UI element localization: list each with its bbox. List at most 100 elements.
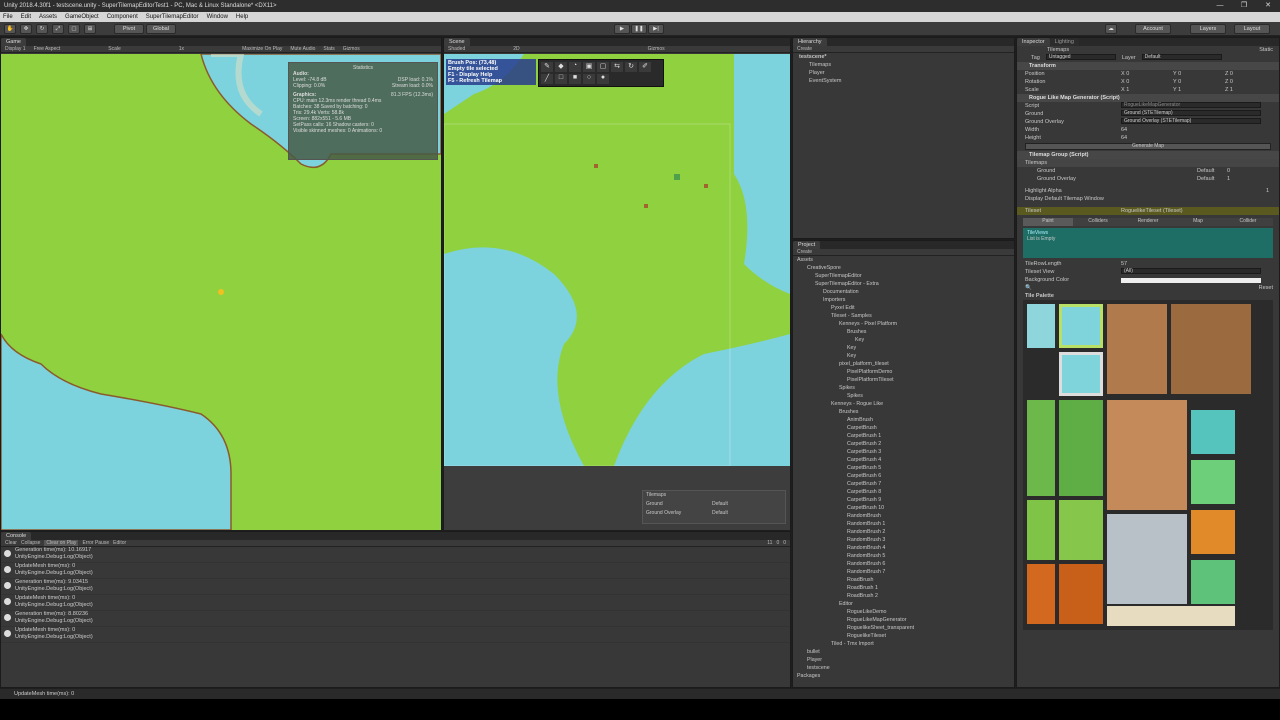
- project-item[interactable]: RogueLikeDemo: [793, 608, 1014, 616]
- tab-inspector[interactable]: Inspector: [1017, 38, 1050, 46]
- project-item[interactable]: Packages: [793, 672, 1014, 680]
- project-item[interactable]: CarpetBrush 3: [793, 448, 1014, 456]
- hierarchy-item[interactable]: Player: [793, 69, 1014, 77]
- project-item[interactable]: RandomBrush 6: [793, 560, 1014, 568]
- pos-x[interactable]: X 0: [1121, 70, 1173, 78]
- height-field[interactable]: 64: [1121, 134, 1127, 142]
- width-field[interactable]: 64: [1121, 126, 1127, 134]
- filled-rect-icon[interactable]: ■: [569, 74, 581, 84]
- project-item[interactable]: Player: [793, 656, 1014, 664]
- project-item[interactable]: RoadBrush 2: [793, 592, 1014, 600]
- pivot-button[interactable]: Pivot: [114, 24, 144, 34]
- menu-assets[interactable]: Assets: [39, 14, 57, 20]
- pause-icon[interactable]: ❚❚: [631, 24, 647, 34]
- tab-scene[interactable]: Scene: [444, 38, 470, 46]
- tilemap-row-ground[interactable]: Ground: [646, 501, 706, 507]
- console-line[interactable]: Generation time(ms): 10.16917 UnityEngine…: [1, 547, 790, 563]
- tile-orange[interactable]: [1191, 510, 1235, 554]
- error-count[interactable]: 0: [783, 540, 786, 546]
- menu-edit[interactable]: Edit: [21, 14, 31, 20]
- project-item[interactable]: Assets: [793, 256, 1014, 264]
- brush-pencil-icon[interactable]: ✐: [639, 62, 651, 72]
- global-button[interactable]: Global: [146, 24, 176, 34]
- layers-dropdown[interactable]: Layers: [1190, 24, 1226, 34]
- tab-renderer[interactable]: Renderer: [1123, 218, 1173, 226]
- tile-clay[interactable]: [1027, 564, 1055, 624]
- zoom-search-icon[interactable]: 🔍: [1025, 284, 1032, 292]
- project-item[interactable]: CreativeSpore: [793, 264, 1014, 272]
- project-item[interactable]: Pyxel Edit: [793, 304, 1014, 312]
- project-item[interactable]: RoguelikeSheet_transparent: [793, 624, 1014, 632]
- tg-row-overlay-order[interactable]: 1: [1227, 175, 1230, 183]
- scene-map-canvas[interactable]: [444, 54, 790, 466]
- project-item[interactable]: Documentation: [793, 288, 1014, 296]
- tile-dirt[interactable]: [1107, 304, 1167, 394]
- project-item[interactable]: PixelPlatformDemo: [793, 368, 1014, 376]
- display-default-toggle[interactable]: Display Default Tilemap Window: [1017, 195, 1279, 203]
- tileset-field[interactable]: RoguelikeTileset (Tileset): [1121, 207, 1183, 215]
- scale-z[interactable]: Z 1: [1225, 86, 1233, 94]
- scale-x[interactable]: X 1: [1121, 86, 1173, 94]
- project-item[interactable]: SuperTilemapEditor - Extra: [793, 280, 1014, 288]
- project-item[interactable]: RandomBrush 5: [793, 552, 1014, 560]
- tab-map[interactable]: Map: [1173, 218, 1223, 226]
- mute-audio-toggle[interactable]: Mute Audio: [290, 46, 315, 52]
- tg-row-overlay[interactable]: Ground Overlay: [1037, 175, 1197, 183]
- hierarchy-scene[interactable]: testscene*: [793, 53, 1014, 61]
- scale-y[interactable]: Y 1: [1173, 86, 1225, 94]
- menu-component[interactable]: Component: [107, 14, 138, 20]
- generate-map-button[interactable]: Generate Map: [1025, 143, 1271, 150]
- highlight-slider[interactable]: 1: [1266, 187, 1269, 195]
- info-count[interactable]: 11: [767, 540, 772, 546]
- tile-grass[interactable]: [1027, 400, 1055, 496]
- pos-z[interactable]: Z 0: [1225, 70, 1233, 78]
- tab-colliders[interactable]: Colliders: [1073, 218, 1123, 226]
- console-line[interactable]: UpdateMesh time(ms): 0 UnityEngine.Debug:…: [1, 563, 790, 579]
- hierarchy-item[interactable]: Tilemaps: [793, 61, 1014, 69]
- project-item[interactable]: pixel_platform_tileset: [793, 360, 1014, 368]
- tilemap-row-overlay-layer[interactable]: Default: [712, 510, 728, 516]
- move-tool-icon[interactable]: ✥: [20, 24, 32, 34]
- tg-row-ground[interactable]: Ground: [1037, 167, 1197, 175]
- layer-dropdown[interactable]: Default: [1141, 54, 1222, 60]
- console-line[interactable]: UpdateMesh time(ms): 0 UnityEngine.Debug:…: [1, 595, 790, 611]
- project-item[interactable]: CarpetBrush 10: [793, 504, 1014, 512]
- project-item[interactable]: CarpetBrush 2: [793, 440, 1014, 448]
- maximize-on-play-toggle[interactable]: Maximize On Play: [242, 46, 282, 52]
- clear-on-play-button[interactable]: Clear on Play: [44, 540, 79, 546]
- ellipse-icon[interactable]: ○: [583, 74, 595, 84]
- collab-icon[interactable]: ☁: [1105, 24, 1117, 34]
- project-item[interactable]: RandomBrush 4: [793, 544, 1014, 552]
- project-item[interactable]: RogueLikeMapGenerator: [793, 616, 1014, 624]
- project-item[interactable]: Brushes: [793, 328, 1014, 336]
- hand-tool-icon[interactable]: ✋: [4, 24, 16, 34]
- select-icon[interactable]: ▢: [597, 62, 609, 72]
- project-item[interactable]: AnimBrush: [793, 416, 1014, 424]
- project-item[interactable]: CarpetBrush 4: [793, 456, 1014, 464]
- project-item[interactable]: Spikes: [793, 392, 1014, 400]
- menu-window[interactable]: Window: [207, 14, 228, 20]
- project-item[interactable]: CarpetBrush 7: [793, 480, 1014, 488]
- project-item[interactable]: Key: [793, 336, 1014, 344]
- project-item[interactable]: Key: [793, 352, 1014, 360]
- shading-dropdown[interactable]: Shaded: [448, 46, 465, 52]
- tile-stone[interactable]: [1107, 514, 1187, 604]
- tg-row-ground-order[interactable]: 0: [1227, 167, 1230, 175]
- tile-carpet[interactable]: [1107, 400, 1187, 510]
- rect-tool-icon[interactable]: ▢: [68, 24, 80, 34]
- project-item[interactable]: RoguelikeTileset: [793, 632, 1014, 640]
- project-item[interactable]: CarpetBrush 1: [793, 432, 1014, 440]
- project-item[interactable]: Editor: [793, 600, 1014, 608]
- transform-tool-icon[interactable]: ⊞: [84, 24, 96, 34]
- tile-green[interactable]: [1191, 460, 1235, 504]
- project-item[interactable]: RoadBrush: [793, 576, 1014, 584]
- project-item[interactable]: CarpetBrush 8: [793, 488, 1014, 496]
- tilemap-group-header[interactable]: Tilemap Group (Script): [1017, 151, 1279, 159]
- clear-button[interactable]: Clear: [5, 540, 17, 546]
- project-item[interactable]: Kenneys - Pixel Platform: [793, 320, 1014, 328]
- project-item[interactable]: RandomBrush 2: [793, 528, 1014, 536]
- fill-icon[interactable]: ◔: [569, 62, 581, 72]
- ground-overlay-field[interactable]: Ground Overlay (STETilemap): [1121, 118, 1261, 124]
- tab-lighting[interactable]: Lighting: [1049, 38, 1079, 46]
- tab-paint[interactable]: Paint: [1023, 218, 1073, 226]
